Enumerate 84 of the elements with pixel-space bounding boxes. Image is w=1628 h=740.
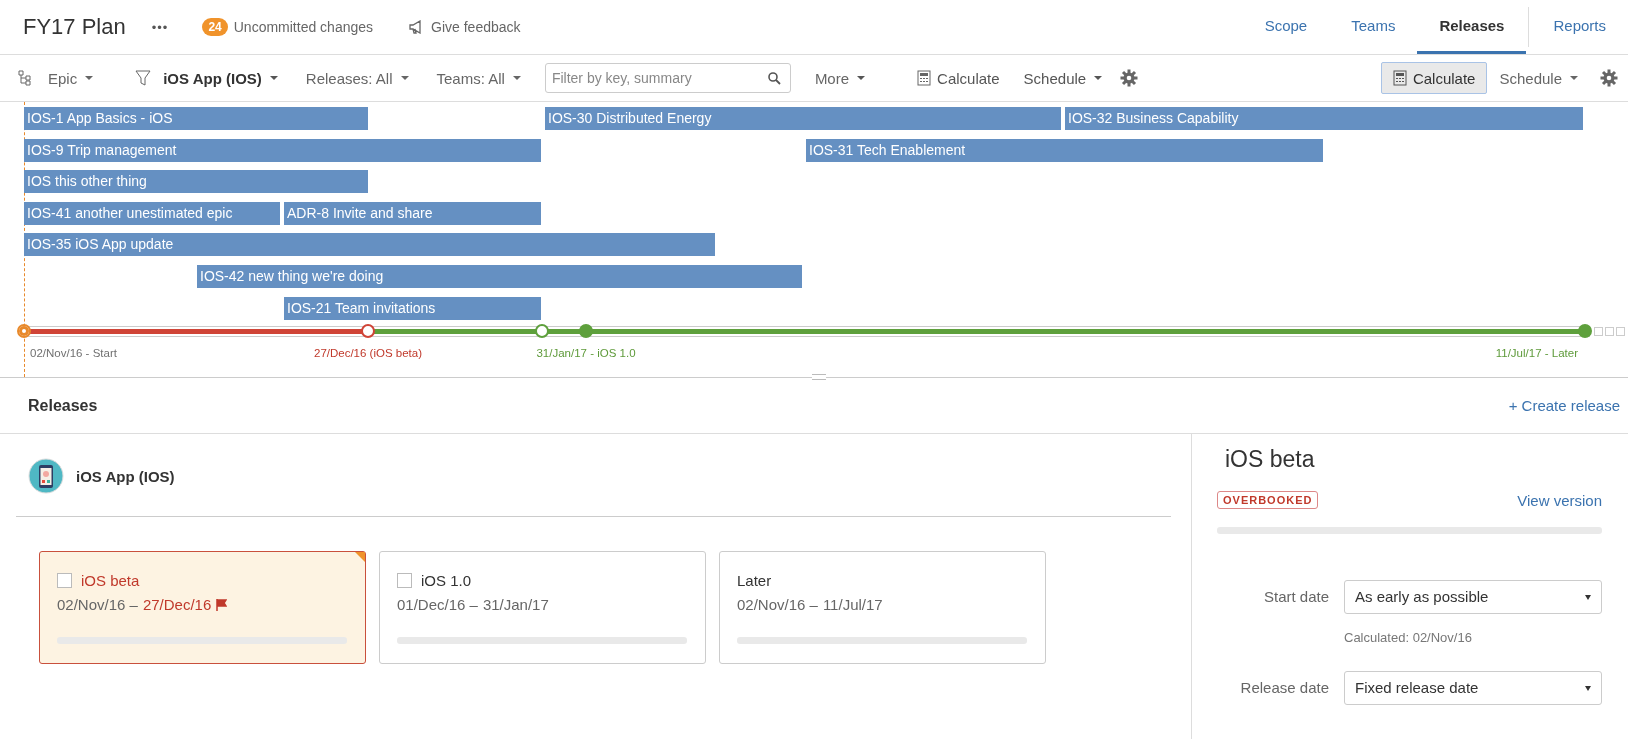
teams-filter-dropdown[interactable]: Teams: All	[436, 69, 521, 87]
section-title: Releases	[28, 396, 98, 415]
nav-tab[interactable]: Scope	[1242, 0, 1330, 54]
calculate-button[interactable]: Calculate	[917, 69, 1000, 87]
epic-bar[interactable]: IOS-42 new thing we're doing	[197, 265, 802, 288]
epic-bar[interactable]: ADR-8 Invite and share	[284, 201, 541, 225]
checkbox[interactable]	[397, 572, 412, 588]
select-field[interactable]: Fixed release date	[1344, 671, 1602, 705]
search-icon	[767, 72, 781, 85]
release-card[interactable]: iOS beta 02/Nov/16 – 27/Dec/16	[39, 551, 366, 664]
caret-icon	[512, 76, 521, 80]
milestone-marker[interactable]	[579, 324, 593, 338]
release-end-date: 27/Dec/16	[142, 596, 212, 613]
more-dropdown[interactable]: More	[814, 69, 866, 87]
caret-icon	[85, 76, 94, 80]
milestone-label: 02/Nov/16 - Start	[30, 347, 117, 359]
settings-icon[interactable]	[1600, 69, 1618, 87]
milestone-label: 27/Dec/16 (iOS beta)	[314, 347, 422, 359]
filter-icon	[135, 70, 152, 86]
epic-bar[interactable]: IOS-21 Team invitations	[284, 296, 541, 320]
phone-avatar-icon	[28, 458, 64, 494]
nav-tab[interactable]: Teams	[1329, 0, 1418, 54]
calculator-icon	[917, 70, 932, 86]
hierarchy-dropdown[interactable]: Epic	[48, 69, 94, 87]
nav-tab[interactable]: Reports	[1531, 0, 1628, 54]
caret-icon	[1570, 76, 1578, 80]
settings-icon[interactable]	[1120, 69, 1139, 87]
milestone-marker[interactable]	[17, 324, 31, 338]
caret-icon	[400, 76, 409, 80]
release-name: Later	[737, 571, 772, 589]
changes-count-badge: 24	[202, 18, 228, 36]
release-start-date: 02/Nov/16 –	[737, 596, 818, 613]
calculator-icon	[1392, 70, 1407, 86]
release-end-date: 11/Jul/17	[822, 596, 883, 613]
epic-bar[interactable]: IOS-9 Trip management	[24, 138, 541, 162]
release-card[interactable]: Later 02/Nov/16 – 11/Jul/17	[719, 551, 1046, 664]
caret-icon	[1585, 686, 1591, 691]
release-start-date: 01/Dec/16 –	[397, 596, 478, 613]
field-label: Start date	[1262, 587, 1330, 607]
search-field[interactable]: Filter by key, summary	[544, 63, 791, 93]
select-field[interactable]: As early as possible	[1344, 580, 1602, 614]
resize-handle[interactable]	[812, 374, 826, 380]
schedule-dropdown[interactable]: Schedule	[1023, 69, 1103, 87]
checkbox[interactable]	[57, 572, 72, 588]
epic-bar[interactable]: IOS-31 Tech Enablement	[806, 138, 1323, 162]
release-title: iOS beta	[1224, 446, 1316, 473]
view-version-link[interactable]: View version	[1517, 491, 1602, 509]
calculate-button[interactable]: Calculate	[1380, 62, 1488, 94]
flag-icon	[216, 598, 228, 611]
uncommitted-changes-link[interactable]: Uncommitted changes	[233, 19, 374, 35]
project-dropdown[interactable]: iOS App (IOS)	[163, 69, 278, 87]
milestone-label: 11/Jul/17 - Later	[1495, 347, 1578, 359]
plan-title: FY17 Plan	[23, 14, 126, 40]
timeline-end-icon	[1594, 327, 1625, 336]
milestone-marker[interactable]	[361, 324, 375, 338]
project-name: iOS App (IOS)	[76, 467, 175, 485]
release-end-date: 31/Jan/17	[482, 596, 549, 613]
calculated-note: Calculated: 02/Nov/16	[1344, 630, 1473, 645]
epic-bar[interactable]: IOS-30 Distributed Energy	[545, 107, 1061, 130]
more-menu-button[interactable]: •••	[151, 19, 169, 35]
releases-filter-dropdown[interactable]: Releases: All	[305, 69, 409, 87]
release-name: iOS 1.0	[421, 571, 472, 589]
status-lozenge: OVERBOOKED	[1217, 491, 1319, 509]
give-feedback-link[interactable]: Give feedback	[431, 19, 521, 35]
release-name: iOS beta	[81, 571, 140, 589]
milestone-label: 31/Jan/17 - iOS 1.0	[536, 347, 636, 359]
hierarchy-icon	[18, 70, 32, 86]
field-label: Release date	[1239, 678, 1330, 698]
release-start-date: 02/Nov/16 –	[57, 596, 138, 613]
release-card[interactable]: iOS 1.0 01/Dec/16 – 31/Jan/17	[379, 551, 706, 664]
caret-icon	[1585, 595, 1591, 600]
schedule-dropdown[interactable]: Schedule	[1499, 69, 1578, 87]
create-release-link[interactable]: + Create release	[1508, 397, 1620, 414]
epic-bar[interactable]: IOS-41 another unestimated epic	[24, 201, 280, 225]
caret-icon	[857, 76, 866, 80]
epic-bar[interactable]: IOS-35 iOS App update	[24, 233, 715, 257]
corner-marker-icon	[355, 552, 365, 562]
milestone-marker[interactable]	[535, 324, 549, 338]
milestone-marker[interactable]	[1578, 324, 1592, 338]
epic-bar[interactable]: IOS this other thing	[24, 170, 368, 194]
caret-icon	[1094, 76, 1103, 80]
epic-bar[interactable]: IOS-1 App Basics - iOS	[24, 107, 368, 130]
caret-icon	[269, 76, 278, 80]
epic-bar[interactable]: IOS-32 Business Capability	[1065, 107, 1583, 130]
